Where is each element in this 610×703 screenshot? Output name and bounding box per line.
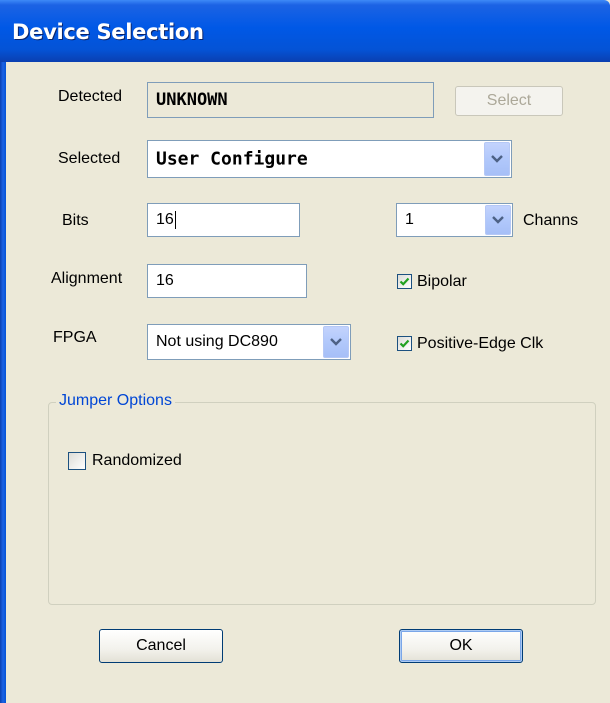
fpga-dropdown-button[interactable] [323,326,349,358]
alignment-input[interactable]: 16 [147,264,307,298]
window-frame-right [606,62,610,703]
fpga-combo[interactable]: Not using DC890 [147,324,351,360]
cancel-button[interactable]: Cancel [99,629,223,663]
randomized-label[interactable]: Randomized [92,452,182,470]
channels-combo[interactable]: 1 [396,203,513,237]
checkmark-icon [399,277,410,286]
fpga-value: Not using DC890 [156,333,278,350]
selected-label: Selected [58,150,121,167]
alignment-value: 16 [156,272,174,289]
bipolar-checkbox[interactable] [397,274,412,289]
alignment-label: Alignment [51,270,123,287]
checkmark-icon [399,339,410,348]
selected-dropdown-button[interactable] [484,142,510,176]
select-button-label: Select [486,92,532,109]
ok-button-label: OK [449,637,473,654]
chevron-down-icon [492,216,504,224]
chevron-down-icon [491,155,503,163]
bipolar-label[interactable]: Bipolar [417,273,467,291]
selected-device-combo[interactable]: User Configure [147,140,512,178]
randomized-checkbox[interactable] [68,452,86,470]
channels-dropdown-button[interactable] [485,205,511,235]
window-frame-left [0,62,6,703]
chevron-down-icon [330,338,342,346]
channels-label: Channs [523,212,579,229]
positive-edge-label[interactable]: Positive-Edge Clk [417,335,543,353]
bits-label: Bits [62,212,89,229]
window-title: Device Selection [12,20,204,44]
positive-edge-checkbox[interactable] [397,336,412,351]
select-button[interactable]: Select [455,86,563,116]
fpga-label: FPGA [53,329,97,346]
title-bar[interactable]: Device Selection [0,0,610,62]
jumper-options-title: Jumper Options [56,392,175,410]
device-selection-dialog: Device Selection Detected UNKNOWN Select… [0,0,610,703]
bits-value: 16 [156,211,174,228]
selected-device-value: User Configure [156,148,308,170]
bits-input[interactable]: 16 [147,203,300,237]
channels-value: 1 [405,211,414,228]
detected-device-value: UNKNOWN [156,90,228,110]
ok-button[interactable]: OK [399,629,523,663]
detected-label: Detected [58,88,123,105]
jumper-options-group [48,402,596,605]
text-caret [175,211,176,229]
detected-device-field: UNKNOWN [147,82,434,118]
cancel-button-label: Cancel [136,637,186,654]
